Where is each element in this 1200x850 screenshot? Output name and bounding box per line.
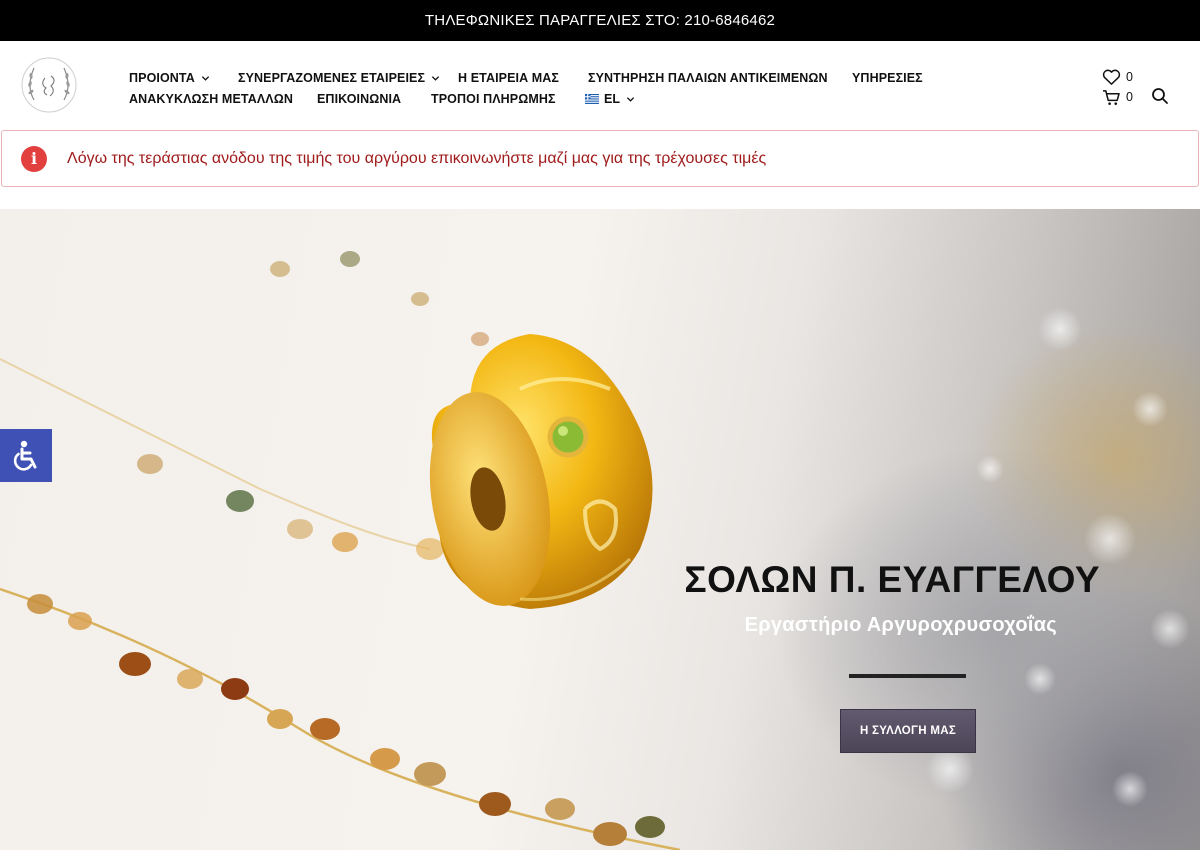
nav-item-label: Η ΕΤΑΙΡΕΙΑ ΜΑΣ xyxy=(458,71,560,85)
wheelchair-icon xyxy=(13,440,37,471)
chevron-down-icon xyxy=(431,75,440,81)
wishlist-link[interactable]: 0 xyxy=(1102,67,1133,87)
wishlist-count: 0 xyxy=(1126,70,1133,84)
nav-row-2: ΑΝΑΚΥΚΛΩΣΗ ΜΕΤΑΛΛΩΝ ΕΠΙΚΟΙΝΩΝΙΑ ΤΡΟΠΟΙ Π… xyxy=(129,89,1029,109)
nav-item-restoration[interactable]: ΣΥΝΤΗΡΗΣΗ ΠΑΛΑΙΩΝ ΑΝΤΙΚΕΙΜΕΝΩΝ xyxy=(588,71,852,85)
heart-icon xyxy=(1102,69,1121,85)
info-icon-glyph: i xyxy=(30,149,38,168)
chevron-down-icon xyxy=(201,75,209,81)
nav-item-label: ΥΠΗΡΕΣΙΕΣ xyxy=(852,71,923,85)
top-announcement-bar: ΤΗΛΕΦΩΝΙΚΕΣ ΠΑΡΑΓΓΕΛΙΕΣ ΣΤΟ: 210-6846462 xyxy=(0,0,1200,41)
nav-item-payment-methods[interactable]: ΤΡΟΠΟΙ ΠΛΗΡΩΜΗΣ xyxy=(431,92,585,106)
hero-banner: ΣΟΛΩΝ Π. ΕΥΑΓΓΕΛΟΥ Εργαστήριο Αργυροχρυσ… xyxy=(0,209,1200,850)
jewelry-photo xyxy=(0,251,1190,850)
language-label: EL xyxy=(604,92,621,106)
hero-subtitle: Εργαστήριο Αργυροχρυσοχοΐας xyxy=(744,614,1057,636)
site-header: ΠΡΟΙΟΝΤΑ ΣΥΝΕΡΓΑΖΟΜΕΝΕΣ ΕΤΑΙΡΕΙΕΣ Η ΕΤΑΙ… xyxy=(0,41,1200,129)
cart-link[interactable]: 0 xyxy=(1102,87,1133,107)
nav-item-label: ΑΝΑΚΥΚΛΩΣΗ ΜΕΤΑΛΛΩΝ xyxy=(129,92,293,106)
nav-item-services[interactable]: ΥΠΗΡΕΣΙΕΣ xyxy=(852,71,923,85)
notice-text: Λόγω της τεράστιας ανόδου της τιμής του … xyxy=(67,149,767,167)
hero-title: ΣΟΛΩΝ Π. ΕΥΑΓΓΕΛΟΥ xyxy=(684,559,1100,600)
nav-item-metal-recycling[interactable]: ΑΝΑΚΥΚΛΩΣΗ ΜΕΤΑΛΛΩΝ xyxy=(129,92,317,106)
language-switcher[interactable]: EL xyxy=(585,92,635,106)
nav-item-label: ΣΥΝΤΗΡΗΣΗ ΠΑΛΑΙΩΝ ΑΝΤΙΚΕΙΜΕΝΩΝ xyxy=(588,71,828,85)
chevron-down-icon xyxy=(627,96,635,102)
logo[interactable] xyxy=(20,56,78,114)
nav-item-label: ΣΥΝΕΡΓΑΖΟΜΕΝΕΣ ΕΤΑΙΡΕΙΕΣ xyxy=(238,71,426,85)
price-notice-alert: i Λόγω της τεράστιας ανόδου της τιμής το… xyxy=(1,130,1199,187)
phone-orders-text: ΤΗΛΕΦΩΝΙΚΕΣ ΠΑΡΑΓΓΕΛΙΕΣ ΣΤΟ: 210-6846462 xyxy=(424,12,776,29)
laurel-logo-icon xyxy=(21,57,77,113)
header-icons: 0 0 xyxy=(1102,67,1133,107)
cart-icon xyxy=(1103,89,1120,105)
greek-flag-icon xyxy=(585,94,599,104)
nav-row-1: ΠΡΟΙΟΝΤΑ ΣΥΝΕΡΓΑΖΟΜΕΝΕΣ ΕΤΑΙΡΕΙΕΣ Η ΕΤΑΙ… xyxy=(129,68,1029,88)
info-icon: i xyxy=(21,145,47,172)
nav-item-label: ΤΡΟΠΟΙ ΠΛΗΡΩΜΗΣ xyxy=(431,92,556,106)
search-icon[interactable] xyxy=(1151,87,1169,105)
nav-item-about-us[interactable]: Η ΕΤΑΙΡΕΙΑ ΜΑΣ xyxy=(458,71,588,85)
our-collection-button[interactable]: Η ΣΥΛΛΟΓΗ ΜΑΣ xyxy=(840,709,976,753)
cart-count: 0 xyxy=(1126,90,1133,104)
accessibility-button[interactable] xyxy=(0,429,52,482)
hero-divider xyxy=(849,674,966,678)
main-navigation: ΠΡΟΙΟΝΤΑ ΣΥΝΕΡΓΑΖΟΜΕΝΕΣ ΕΤΑΙΡΕΙΕΣ Η ΕΤΑΙ… xyxy=(129,68,1029,109)
nav-item-partner-companies[interactable]: ΣΥΝΕΡΓΑΖΟΜΕΝΕΣ ΕΤΑΙΡΕΙΕΣ xyxy=(238,71,458,85)
nav-item-contact[interactable]: ΕΠΙΚΟΙΝΩΝΙΑ xyxy=(317,92,431,106)
nav-item-label: ΠΡΟΙΟΝΤΑ xyxy=(129,71,195,85)
nav-item-products[interactable]: ΠΡΟΙΟΝΤΑ xyxy=(129,71,238,85)
nav-item-label: ΕΠΙΚΟΙΝΩΝΙΑ xyxy=(317,92,402,106)
